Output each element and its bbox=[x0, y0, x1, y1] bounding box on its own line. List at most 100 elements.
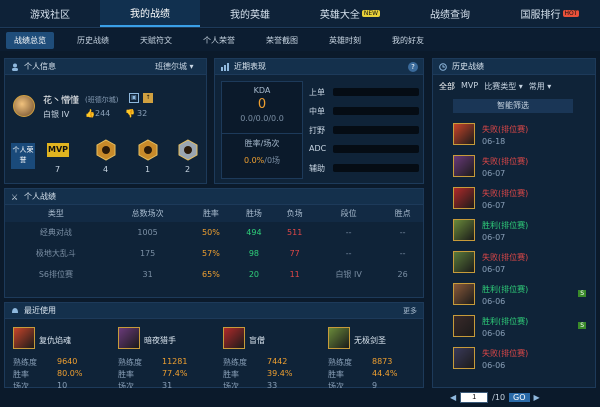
history-filter[interactable]: MVP bbox=[461, 81, 478, 92]
hero-stat-value: 39.4% bbox=[267, 369, 293, 378]
top-nav-item[interactable]: 英雄大全 NEW bbox=[300, 0, 400, 27]
match-result: 失败 bbox=[482, 189, 498, 198]
sub-nav-tab[interactable]: 荣誉截图 bbox=[258, 32, 306, 49]
helmet-icon bbox=[11, 307, 19, 315]
table-cell: S6排位赛 bbox=[38, 270, 73, 279]
stats-table: 类型 总数场次 胜率 胜场 负场 段位 胜点 经典对战 1005 50% 494 511 -- -- 极地… bbox=[5, 205, 423, 285]
match-mode: (排位赛) bbox=[498, 253, 529, 262]
sub-nav: 战绩总览 历史战绩 天赋符文 个人荣誉 荣誉截图 英雄时刻 我的好友 bbox=[0, 29, 600, 51]
go-button[interactable]: GO bbox=[509, 393, 530, 402]
stats-header: 段位 bbox=[315, 205, 383, 222]
top-nav-item[interactable]: 战绩查询 bbox=[400, 0, 500, 27]
top-nav-item[interactable]: 国服排行 HOT bbox=[500, 0, 600, 27]
lane-label: 上单 bbox=[309, 88, 325, 97]
kda-label: KDA bbox=[253, 86, 271, 95]
chevron-down-icon: ▾ bbox=[189, 62, 194, 71]
table-cell: 98 bbox=[248, 249, 260, 258]
match-result: 失败 bbox=[482, 349, 498, 358]
hero-stat-label: 熟练度 bbox=[328, 358, 352, 367]
hero-stat-value: 77.4% bbox=[162, 369, 188, 378]
table-cell: 57% bbox=[202, 249, 220, 258]
prev-page-icon[interactable]: ◀ bbox=[450, 393, 456, 402]
match-date: 06-07 bbox=[482, 233, 506, 242]
top-nav: 游戏社区 我的战绩 我的英雄 英雄大全 NEW 战绩查询 国服排行 HOT bbox=[0, 0, 600, 28]
history-item[interactable]: 胜利 (排位赛) 06-06 S bbox=[450, 312, 590, 344]
sub-nav-tab[interactable]: 战绩总览 bbox=[6, 31, 54, 49]
quadra-kill-icon bbox=[137, 139, 159, 161]
hero-portrait bbox=[453, 283, 475, 305]
share-icon[interactable]: ▣ bbox=[129, 93, 139, 103]
history-item[interactable]: 失败 (排位赛) 06-07 bbox=[450, 248, 590, 280]
history-item[interactable]: 胜利 (排位赛) 06-07 bbox=[450, 216, 590, 248]
table-cell: -- bbox=[399, 249, 406, 258]
hero-portrait[interactable] bbox=[328, 327, 350, 349]
top-nav-label: 游戏社区 bbox=[30, 10, 70, 21]
match-mode: (排位赛) bbox=[498, 317, 529, 326]
hero-portrait bbox=[453, 251, 475, 273]
history-filter[interactable]: 比赛类型 ▾ bbox=[484, 81, 523, 92]
hero-stat-value: 11281 bbox=[162, 357, 188, 366]
top-nav-item[interactable]: 我的英雄 bbox=[200, 0, 300, 27]
history-item[interactable]: 失败 (排位赛) 06-07 bbox=[450, 152, 590, 184]
top-nav-item[interactable]: 游戏社区 bbox=[0, 0, 100, 27]
match-result: 胜利 bbox=[482, 317, 498, 326]
next-page-icon[interactable]: ▶ bbox=[534, 393, 540, 402]
stats-header: 负场 bbox=[274, 205, 316, 222]
lane-bar bbox=[333, 107, 419, 115]
sub-nav-tab[interactable]: 个人荣誉 bbox=[195, 32, 243, 49]
table-row: S6排位赛 31 65% 20 11 白银 IV 26 bbox=[5, 264, 423, 285]
sub-nav-tab[interactable]: 天赋符文 bbox=[132, 32, 180, 49]
server-select[interactable]: 班德尔城 ▾ bbox=[155, 61, 194, 72]
user-icon bbox=[11, 63, 19, 71]
hero-stat-label: 熟练度 bbox=[223, 358, 247, 367]
table-cell: -- bbox=[345, 249, 352, 258]
top-nav-label: 国服排行 bbox=[520, 10, 561, 21]
clock-icon bbox=[439, 62, 447, 71]
panel-header: 近期表现 ? bbox=[215, 59, 423, 75]
hero-portrait[interactable] bbox=[118, 327, 140, 349]
likes-count: 244 bbox=[95, 109, 111, 118]
hero-portrait bbox=[453, 123, 475, 145]
sub-nav-tab[interactable]: 历史战绩 bbox=[69, 32, 117, 49]
top-nav-label: 战绩查询 bbox=[430, 10, 470, 21]
winrate-value: 0.0% bbox=[243, 156, 265, 165]
match-mode: (排位赛) bbox=[498, 189, 529, 198]
stats-header: 类型 bbox=[5, 205, 107, 222]
panel-title: 近期表现 bbox=[234, 62, 266, 71]
page-input[interactable] bbox=[460, 392, 489, 403]
sub-nav-tab[interactable]: 我的好友 bbox=[384, 32, 432, 49]
footer: ◀ /10 GO ▶ bbox=[0, 388, 600, 407]
smart-filter-button[interactable]: 智能筛选 bbox=[453, 99, 573, 113]
hero-stat-value: 8873 bbox=[372, 357, 393, 366]
lane-label: 中单 bbox=[309, 107, 325, 116]
dislikes-count: 32 bbox=[137, 109, 148, 118]
history-item[interactable]: 失败 (排位赛) 06-18 bbox=[450, 120, 590, 152]
table-cell: 极地大乱斗 bbox=[35, 249, 76, 258]
page-total: /10 bbox=[492, 393, 506, 402]
table-cell: 11 bbox=[289, 270, 300, 279]
match-mode: (排位赛) bbox=[498, 285, 529, 294]
hero-name: 复仇焰魂 bbox=[39, 336, 71, 345]
history-item[interactable]: 失败 (排位赛) 06-06 bbox=[450, 344, 590, 376]
lane-bar bbox=[333, 164, 419, 172]
table-cell: 31 bbox=[142, 270, 153, 279]
help-icon[interactable]: ? bbox=[408, 62, 418, 72]
history-filter[interactable]: 全部 bbox=[439, 81, 455, 92]
match-mode: (排位赛) bbox=[498, 125, 529, 134]
history-filter[interactable]: 常用 ▾ bbox=[529, 81, 552, 92]
table-cell: -- bbox=[399, 228, 406, 237]
more-link[interactable]: 更多 bbox=[403, 306, 417, 316]
hero-portrait[interactable] bbox=[13, 327, 35, 349]
sub-nav-tab[interactable]: 英雄时刻 bbox=[321, 32, 369, 49]
hero-name: 盲僧 bbox=[249, 336, 265, 345]
top-nav-item[interactable]: 我的战绩 bbox=[100, 0, 200, 27]
panel-title: 个人战绩 bbox=[24, 192, 56, 201]
match-result: 失败 bbox=[482, 253, 498, 262]
panel-header: 最近使用 更多 bbox=[5, 303, 423, 319]
history-item[interactable]: 胜利 (排位赛) 06-06 S bbox=[450, 280, 590, 312]
match-result: 失败 bbox=[482, 125, 498, 134]
hero-portrait[interactable] bbox=[223, 327, 245, 349]
table-cell: -- bbox=[345, 228, 352, 237]
rank-badge-icon: ↑ bbox=[143, 93, 153, 103]
history-item[interactable]: 失败 (排位赛) 06-07 bbox=[450, 184, 590, 216]
